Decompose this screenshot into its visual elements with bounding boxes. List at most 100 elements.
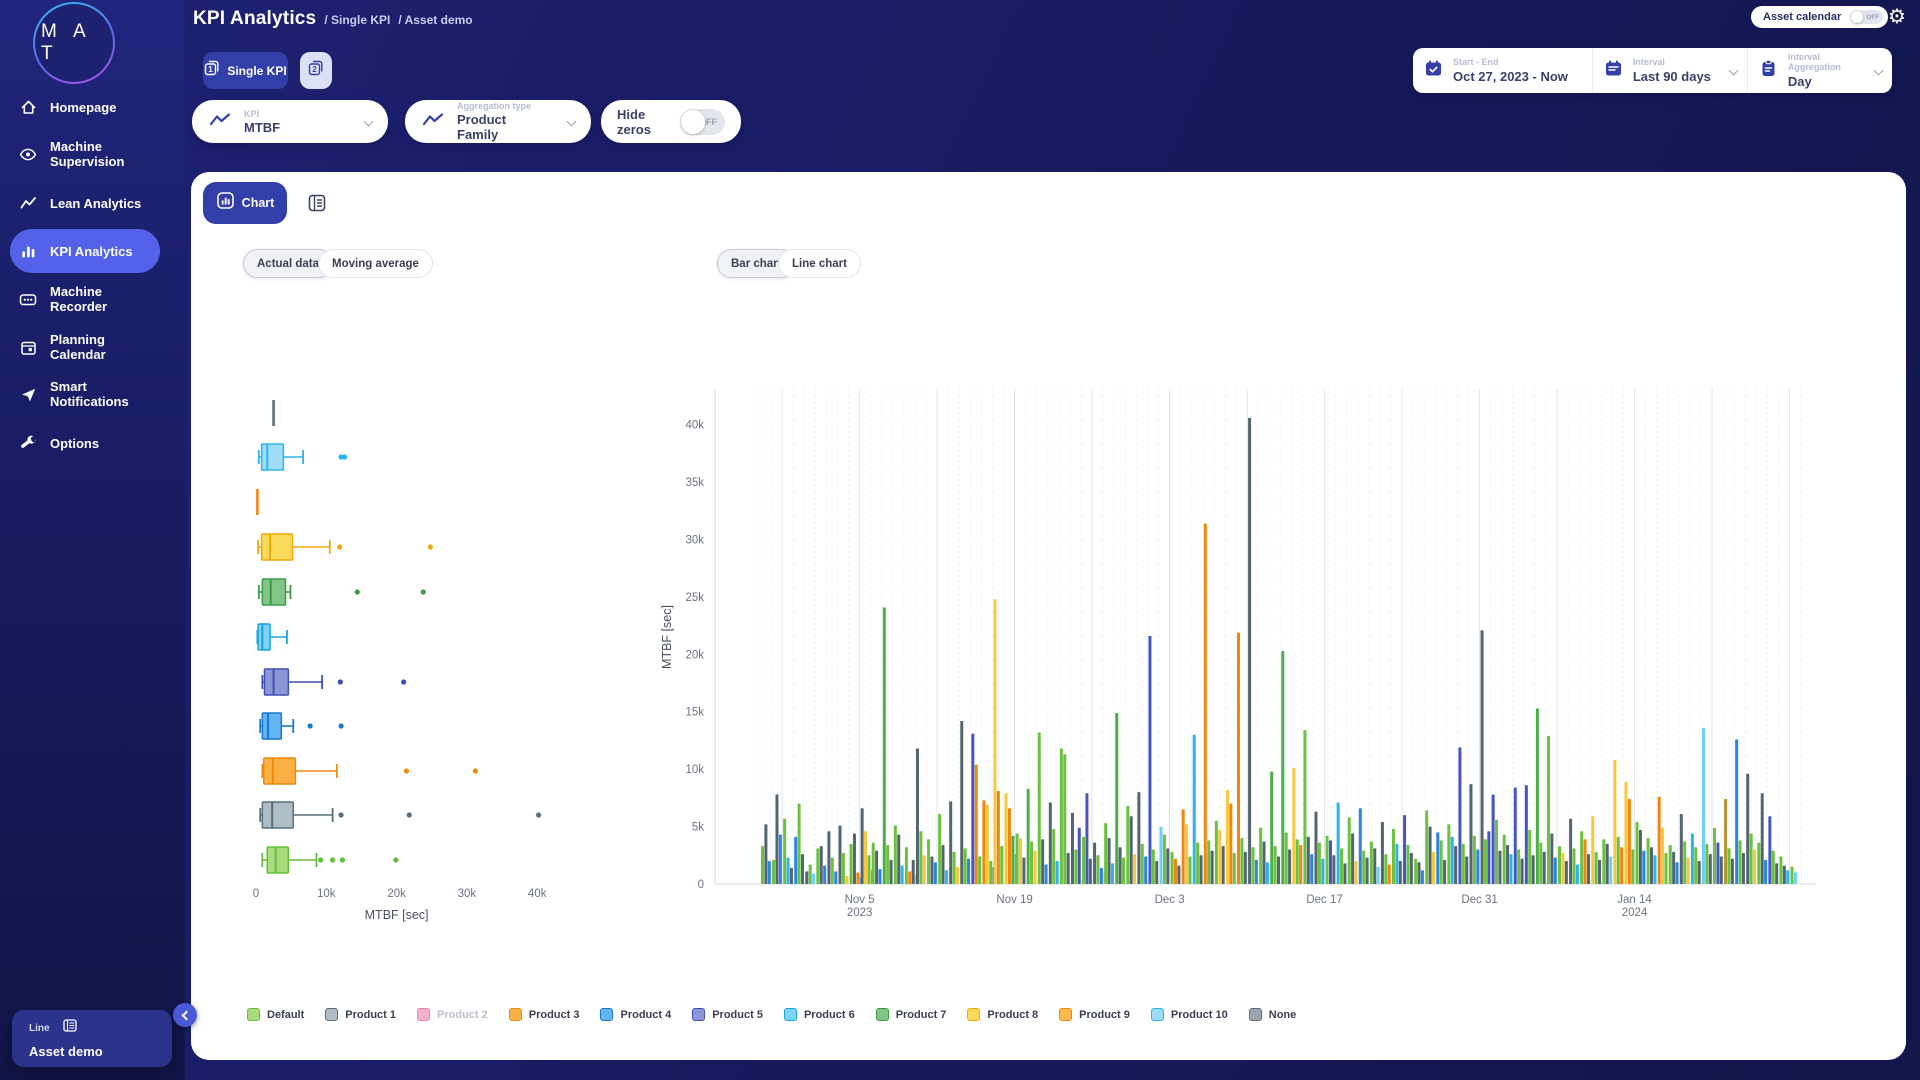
interval-aggregation-value: Day xyxy=(1788,74,1856,89)
svg-text:1: 1 xyxy=(209,65,214,74)
multi-kpi-icon: 2 xyxy=(308,60,324,81)
legend-swatch xyxy=(876,1008,889,1021)
breadcrumb: KPI Analytics / Single KPI / Asset demo xyxy=(193,8,473,30)
single-kpi-icon: 1 xyxy=(204,60,220,81)
chevron-left-icon xyxy=(182,1010,192,1020)
svg-text:20k: 20k xyxy=(387,888,406,900)
svg-text:40k: 40k xyxy=(685,420,704,432)
sidebar-item-planning-calendar[interactable]: Planning Calendar xyxy=(0,330,185,364)
svg-text:15k: 15k xyxy=(685,707,704,719)
legend-label: None xyxy=(1269,1009,1297,1021)
sidebar-item-machine-supervision[interactable]: Machine Supervision xyxy=(0,130,185,178)
eye-icon xyxy=(19,145,37,163)
date-range-panel: Start - End Oct 27, 2023 - Now Interval … xyxy=(1413,48,1892,93)
legend-swatch xyxy=(247,1008,260,1021)
svg-text:Nov 5: Nov 5 xyxy=(845,894,875,906)
legend-swatch xyxy=(784,1008,797,1021)
breadcrumb-single-kpi[interactable]: / Single KPI xyxy=(324,13,390,27)
legend-item[interactable]: Product 6 xyxy=(784,1008,855,1021)
legend-swatch xyxy=(1059,1008,1072,1021)
multi-kpi-button[interactable]: 2 xyxy=(300,52,332,89)
start-end-control[interactable]: Start - End Oct 27, 2023 - Now xyxy=(1413,48,1592,93)
legend-item[interactable]: Product 10 xyxy=(1151,1008,1228,1021)
hide-zeros-control[interactable]: Hide zeros OFF xyxy=(601,100,741,143)
svg-text:Nov 19: Nov 19 xyxy=(996,894,1032,906)
legend-swatch xyxy=(692,1008,705,1021)
interval-value: Last 90 days xyxy=(1633,69,1711,84)
legend-item[interactable]: Product 1 xyxy=(325,1008,396,1021)
single-kpi-button[interactable]: 1 Single KPI xyxy=(203,52,288,89)
interval-aggregation-select[interactable]: Interval Aggregation Day xyxy=(1747,48,1892,93)
trend-line-icon xyxy=(421,111,445,133)
sidebar-collapse-button[interactable] xyxy=(173,1003,197,1027)
brand-name: M A T xyxy=(35,21,113,65)
asset-calendar-toggle[interactable]: OFF xyxy=(1850,10,1883,24)
clipboard-icon xyxy=(1758,58,1779,84)
calendar-icon xyxy=(19,338,37,356)
legend-label: Product 6 xyxy=(804,1009,855,1021)
sidebar-item-kpi-analytics[interactable]: KPI Analytics xyxy=(10,229,160,273)
toggle-knob xyxy=(1851,11,1863,23)
svg-text:Dec 3: Dec 3 xyxy=(1155,894,1185,906)
legend-item[interactable]: Default xyxy=(247,1008,304,1021)
legend-item[interactable]: None xyxy=(1249,1008,1297,1021)
svg-text:2023: 2023 xyxy=(847,907,873,919)
legend-swatch xyxy=(1151,1008,1164,1021)
legend-item[interactable]: Product 2 xyxy=(417,1008,488,1021)
hide-zeros-toggle[interactable]: OFF xyxy=(680,109,725,135)
legend-swatch xyxy=(325,1008,338,1021)
svg-text:40k: 40k xyxy=(528,888,547,900)
aggregation-type-select[interactable]: Aggregation type Product Family xyxy=(405,100,591,143)
sidebar-item-smart-notifications[interactable]: Smart Notifications xyxy=(0,370,185,418)
svg-text:35k: 35k xyxy=(685,477,704,489)
interval-select[interactable]: Interval Last 90 days xyxy=(1592,48,1747,93)
sidebar-item-machine-recorder[interactable]: Machine Recorder xyxy=(0,282,185,316)
svg-text:30k: 30k xyxy=(685,534,704,546)
asset-name-label: Asset demo xyxy=(29,1044,172,1059)
chevron-down-icon xyxy=(1874,66,1884,76)
svg-text:0: 0 xyxy=(253,888,259,900)
active-kpi-card[interactable]: Line Asset demo xyxy=(12,1010,172,1067)
sidebar-item-homepage[interactable]: Homepage xyxy=(0,90,185,124)
sidebar-item-lean-analytics[interactable]: Lean Analytics xyxy=(0,186,185,220)
legend-label: Default xyxy=(267,1009,304,1021)
legend-item[interactable]: Product 8 xyxy=(967,1008,1038,1021)
legend-label: Product 2 xyxy=(437,1009,488,1021)
legend-label: Product 5 xyxy=(712,1009,763,1021)
breadcrumb-asset-demo[interactable]: / Asset demo xyxy=(398,13,472,27)
legend-item[interactable]: Product 3 xyxy=(509,1008,580,1021)
legend-swatch xyxy=(509,1008,522,1021)
svg-text:Jan 14: Jan 14 xyxy=(1617,894,1652,906)
toggle-knob xyxy=(681,110,705,134)
legend-item[interactable]: Product 4 xyxy=(600,1008,671,1021)
calendar-icon xyxy=(1603,58,1624,84)
svg-text:2024: 2024 xyxy=(1622,907,1648,919)
svg-text:10k: 10k xyxy=(685,764,704,776)
chart-legend: Default Product 1 Product 2 Product 3 Produc… xyxy=(247,1008,1296,1021)
legend-label: Product 1 xyxy=(345,1009,396,1021)
header: KPI Analytics / Single KPI / Asset demo … xyxy=(185,0,1920,36)
start-end-value: Oct 27, 2023 - Now xyxy=(1453,69,1568,84)
legend-swatch xyxy=(967,1008,980,1021)
legend-swatch xyxy=(1249,1008,1262,1021)
kpi-select[interactable]: KPI MTBF xyxy=(192,100,388,143)
svg-text:30k: 30k xyxy=(458,888,477,900)
list-icon xyxy=(63,1019,77,1037)
sidebar-item-options[interactable]: Options xyxy=(0,426,185,460)
asset-calendar-toggle-pill[interactable]: Asset calendar OFF xyxy=(1751,6,1888,28)
sidebar: M A T Homepage Machine Supervision Lean … xyxy=(0,0,185,1080)
gear-icon[interactable]: ⚙ xyxy=(1888,4,1906,28)
chevron-down-icon xyxy=(1728,66,1738,76)
svg-text:Dec 17: Dec 17 xyxy=(1306,894,1342,906)
svg-text:MTBF [sec]: MTBF [sec] xyxy=(365,908,429,922)
legend-swatch xyxy=(600,1008,613,1021)
legend-item[interactable]: Product 5 xyxy=(692,1008,763,1021)
bar-chart-icon xyxy=(19,242,37,260)
legend-item[interactable]: Product 7 xyxy=(876,1008,947,1021)
legend-label: Product 8 xyxy=(987,1009,1038,1021)
aggregation-type-value: Product Family xyxy=(457,112,546,142)
chevron-down-icon xyxy=(567,117,577,127)
hide-zeros-label: Hide zeros xyxy=(617,107,667,137)
calendar-check-icon xyxy=(1423,58,1444,84)
legend-item[interactable]: Product 9 xyxy=(1059,1008,1130,1021)
